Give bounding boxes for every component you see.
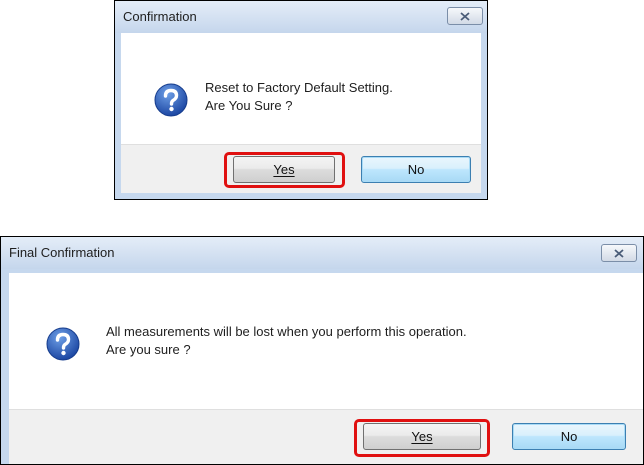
dialog-footer: Yes No [121,144,481,193]
yes-button[interactable]: Yes [233,156,335,183]
no-button-label: No [407,162,425,177]
dialog-title: Final Confirmation [9,245,115,260]
title-bar[interactable]: Confirmation [115,1,487,33]
final-confirmation-dialog: Final Confirmation All measurements will… [0,236,644,465]
no-button[interactable]: No [512,423,626,450]
no-button-label: No [560,429,578,444]
dialog-message: Reset to Factory Default Setting. Are Yo… [205,79,393,115]
question-icon [154,83,188,117]
question-icon [46,327,80,361]
message-line-2: Are you sure ? [106,342,191,357]
title-bar[interactable]: Final Confirmation [1,237,643,269]
dialog-title: Confirmation [123,9,197,24]
yes-button-label: Yes [411,429,433,444]
close-button[interactable] [601,244,637,262]
close-button[interactable] [447,7,483,25]
dialog-footer: Yes No [9,409,643,464]
close-icon [460,12,470,21]
close-icon [614,249,624,258]
confirmation-dialog: Confirmation Reset to Factory Default Se… [114,0,488,200]
dialog-content: Reset to Factory Default Setting. Are Yo… [121,33,481,193]
yes-button-label: Yes [273,162,295,177]
message-line-1: All measurements will be lost when you p… [106,324,467,339]
dialog-content: All measurements will be lost when you p… [9,273,643,464]
no-button[interactable]: No [361,156,471,183]
message-line-2: Are You Sure ? [205,98,293,113]
yes-button[interactable]: Yes [363,423,481,450]
message-line-1: Reset to Factory Default Setting. [205,80,393,95]
dialog-message: All measurements will be lost when you p… [106,323,467,359]
